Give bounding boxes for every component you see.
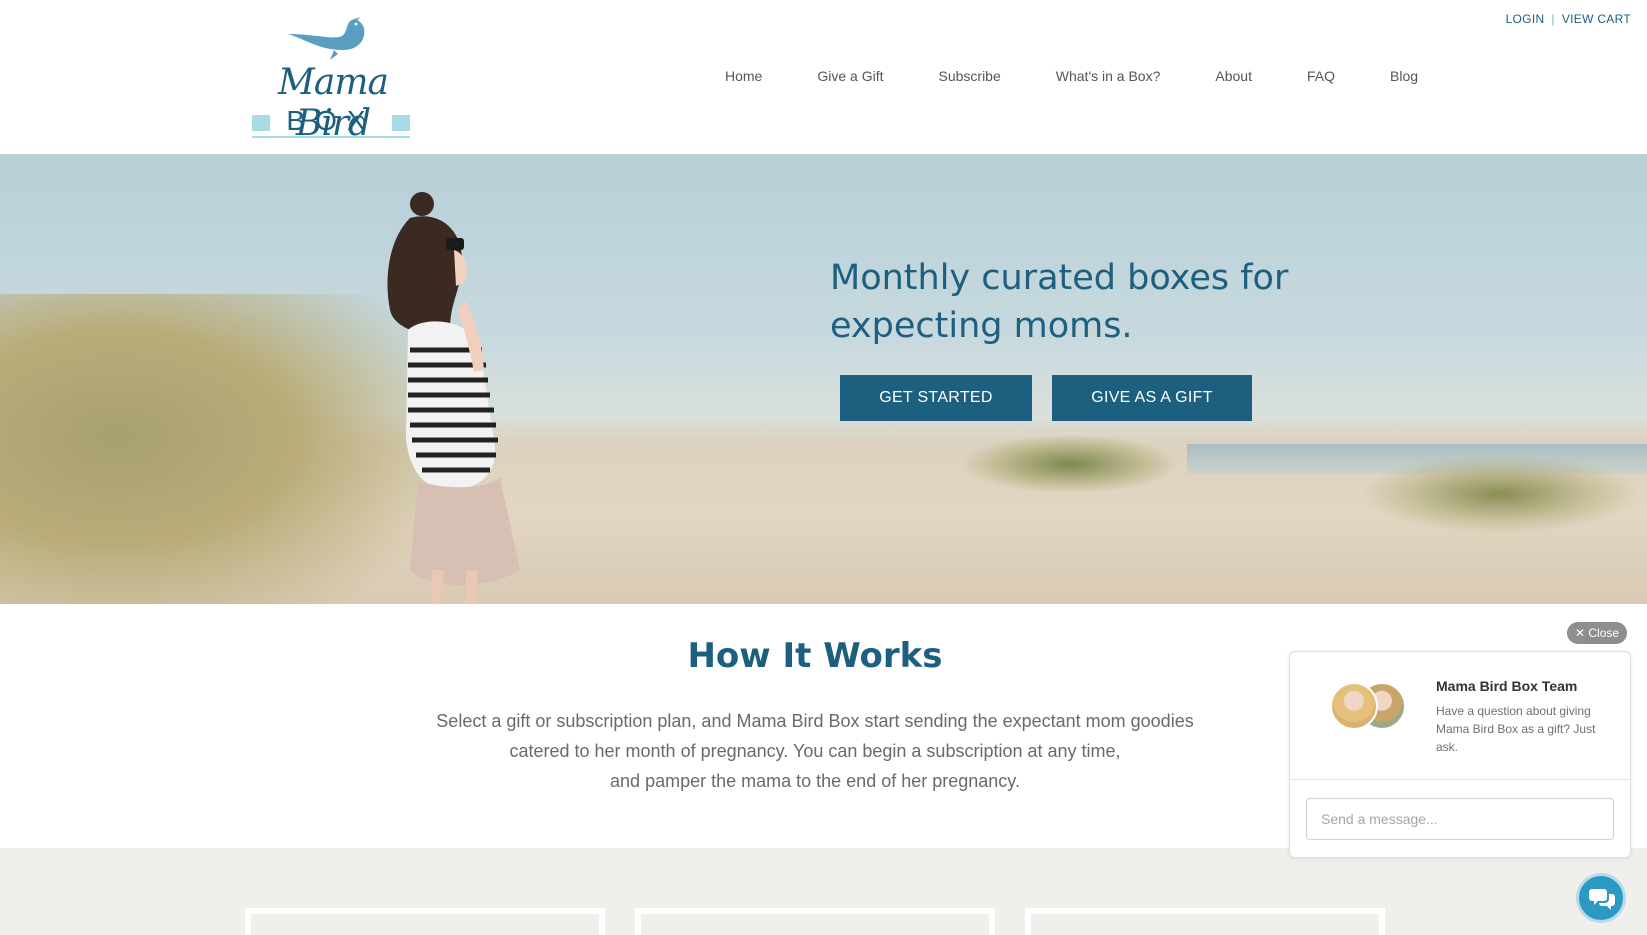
logo-square-right — [392, 115, 410, 131]
chat-close-label: Close — [1588, 626, 1620, 640]
chat-team-avatars — [1330, 682, 1410, 730]
how-it-works-line: catered to her month of pregnancy. You c… — [509, 741, 1121, 761]
site-header: Mama Bird BOX LOGIN | VIEW CART Home Give … — [0, 0, 1647, 154]
avatar — [1330, 682, 1378, 730]
hero-woman-illustration — [387, 192, 520, 604]
bird-icon — [288, 17, 365, 60]
nav-item-whats-in-a-box[interactable]: What's in a Box? — [1056, 68, 1161, 84]
chat-greeting-message: Have a question about giving Mama Bird B… — [1436, 704, 1596, 754]
nav-item-blog[interactable]: Blog — [1390, 68, 1418, 84]
give-as-gift-button[interactable]: GIVE AS A GIFT — [1052, 375, 1252, 421]
chat-divider — [1290, 779, 1630, 780]
nav-item-subscribe[interactable]: Subscribe — [939, 68, 1001, 84]
plan-card[interactable] — [1025, 908, 1385, 935]
hero-banner: Monthly curated boxes for expecting moms… — [0, 154, 1647, 604]
chat-launcher-button[interactable] — [1576, 873, 1626, 923]
top-links-separator: | — [1551, 12, 1555, 26]
nav-item-faq[interactable]: FAQ — [1307, 68, 1335, 84]
logo-underline — [252, 136, 410, 138]
plan-card[interactable] — [635, 908, 995, 935]
logo[interactable]: Mama Bird BOX — [248, 10, 418, 144]
nav-item-give-a-gift[interactable]: Give a Gift — [817, 68, 883, 84]
hero-grass-patch — [960, 434, 1180, 494]
hero-title: Monthly curated boxes for expecting moms… — [830, 258, 1289, 346]
chat-bubbles-icon — [1589, 889, 1615, 910]
top-links: LOGIN | VIEW CART — [1506, 12, 1631, 26]
view-cart-link[interactable]: VIEW CART — [1562, 12, 1631, 26]
hero-grass-patch — [1360, 454, 1640, 534]
chat-panel: Mama Bird Box Team Have a question about… — [1289, 651, 1631, 858]
nav-item-about[interactable]: About — [1215, 68, 1252, 84]
plan-card[interactable] — [245, 908, 605, 935]
how-it-works-line: and pamper the mama to the end of her pr… — [610, 771, 1020, 791]
chat-message-input[interactable] — [1306, 798, 1614, 840]
logo-box: BOX — [252, 105, 410, 138]
logo-square-left — [252, 115, 270, 131]
close-icon: ✕ — [1575, 626, 1589, 640]
how-it-works-text: Select a gift or subscription plan, and … — [390, 706, 1240, 796]
logo-box-text: BOX — [286, 105, 376, 136]
chat-team-name: Mama Bird Box Team — [1436, 678, 1578, 694]
main-nav: Home Give a Gift Subscribe What's in a B… — [725, 68, 1418, 84]
chat-close-button[interactable]: ✕ Close — [1567, 622, 1628, 644]
how-it-works-line: Select a gift or subscription plan, and … — [436, 711, 1194, 731]
login-link[interactable]: LOGIN — [1506, 12, 1545, 26]
plans-section — [0, 848, 1647, 935]
nav-item-home[interactable]: Home — [725, 68, 762, 84]
get-started-button[interactable]: GET STARTED — [840, 375, 1032, 421]
